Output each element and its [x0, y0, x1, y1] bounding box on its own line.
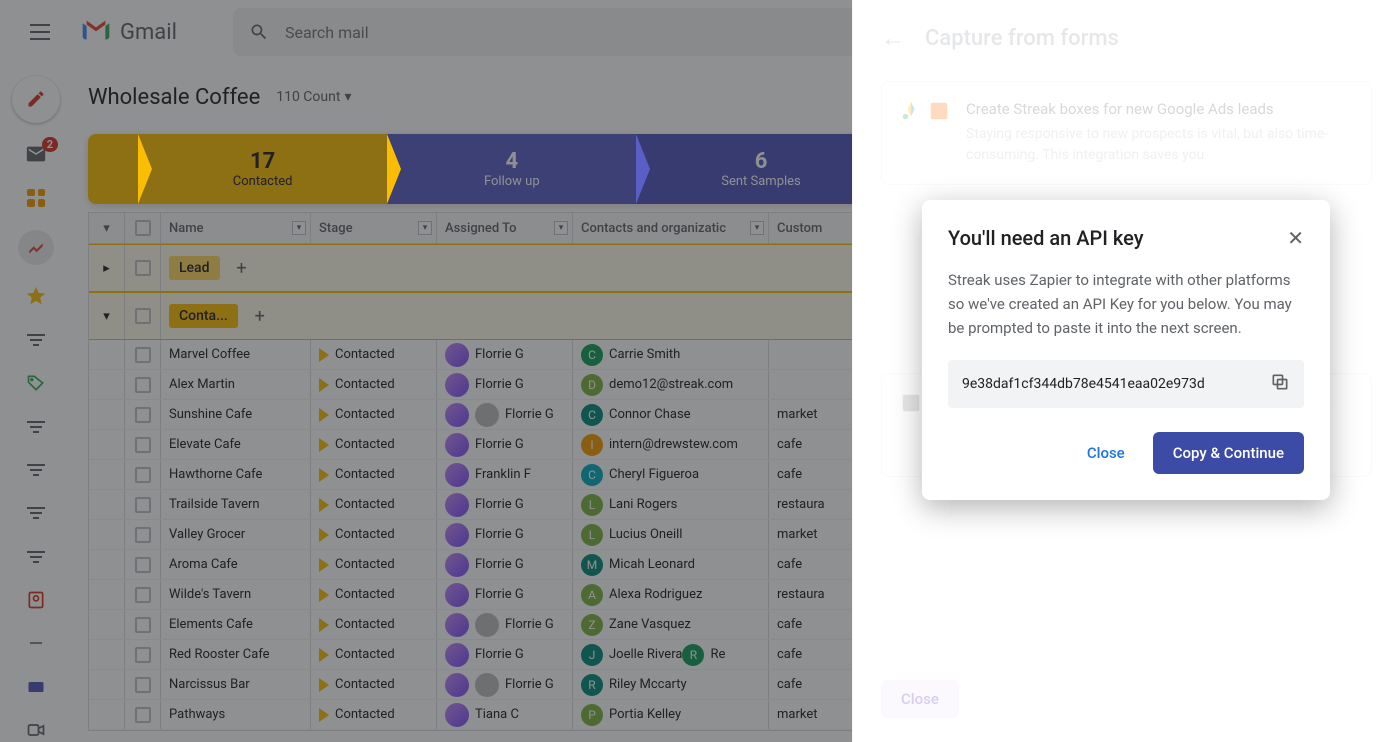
modal-title: You'll need an API key	[948, 226, 1144, 250]
api-key-modal: You'll need an API key ✕ Streak uses Zap…	[922, 200, 1330, 500]
close-icon[interactable]: ✕	[1287, 226, 1304, 250]
api-key-box: 9e38daf1cf344db78e4541eaa02e973d	[948, 360, 1304, 408]
modal-body-text: Streak uses Zapier to integrate with oth…	[948, 268, 1304, 340]
copy-continue-button[interactable]: Copy & Continue	[1153, 432, 1304, 474]
modal-close-button[interactable]: Close	[1071, 432, 1141, 474]
api-key-value[interactable]: 9e38daf1cf344db78e4541eaa02e973d	[962, 376, 1205, 392]
copy-icon[interactable]	[1270, 372, 1290, 396]
